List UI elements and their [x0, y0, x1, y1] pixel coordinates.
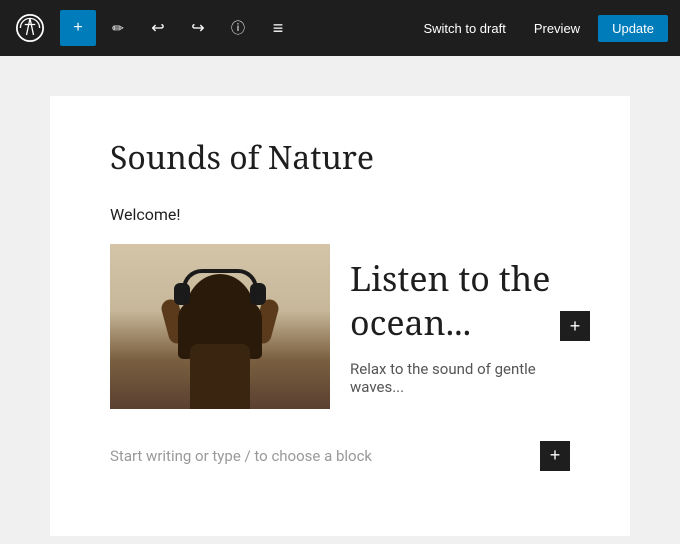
info-icon: ⓘ: [231, 18, 245, 38]
person-silhouette: [160, 269, 280, 409]
ocean-heading[interactable]: Listen to the ocean...: [350, 256, 570, 344]
pencil-icon: ✏: [112, 20, 124, 37]
menu-icon: ≡: [273, 18, 284, 39]
undo-icon: ↩: [151, 18, 164, 38]
settings-button[interactable]: ≡: [260, 10, 296, 46]
text-content: Listen to the ocean... Relax to the soun…: [350, 256, 570, 396]
redo-icon: ↪: [191, 18, 204, 38]
add-float-icon: +: [570, 316, 581, 337]
headphone-band: [182, 269, 258, 289]
switch-to-draft-button[interactable]: Switch to draft: [413, 15, 515, 42]
undo-button[interactable]: ↩: [140, 10, 176, 46]
add-icon: +: [73, 19, 82, 37]
info-button[interactable]: ⓘ: [220, 10, 256, 46]
start-writing-add-button[interactable]: +: [540, 441, 570, 471]
redo-button[interactable]: ↪: [180, 10, 216, 46]
media-text-block: + Listen to the ocean... Relax to the so…: [110, 244, 570, 409]
start-writing-placeholder[interactable]: Start writing or type / to choose a bloc…: [110, 447, 372, 465]
headphone-left: [174, 283, 190, 305]
add-block-button[interactable]: +: [60, 10, 96, 46]
headphone-right: [250, 283, 266, 305]
page-title[interactable]: Sounds of Nature: [110, 136, 570, 181]
body-torso: [190, 344, 250, 409]
media-image[interactable]: [110, 244, 330, 409]
add-block-float-button[interactable]: +: [560, 311, 590, 341]
ocean-subtext[interactable]: Relax to the sound of gentle waves...: [350, 360, 570, 396]
start-writing-add-icon: +: [550, 445, 561, 466]
update-button[interactable]: Update: [598, 15, 668, 42]
edit-button[interactable]: ✏: [100, 10, 136, 46]
welcome-block[interactable]: Welcome!: [110, 205, 570, 224]
start-writing-row: Start writing or type / to choose a bloc…: [110, 433, 570, 479]
preview-button[interactable]: Preview: [524, 15, 590, 42]
editor-canvas: Sounds of Nature Welcome!: [50, 96, 630, 536]
toolbar: + ✏ ↩ ↪ ⓘ ≡ Switch to draft Preview Upda…: [0, 0, 680, 56]
toolbar-right: Switch to draft Preview Update: [413, 15, 668, 42]
wp-logo: [12, 10, 48, 46]
editor-wrapper: Sounds of Nature Welcome!: [0, 56, 680, 544]
